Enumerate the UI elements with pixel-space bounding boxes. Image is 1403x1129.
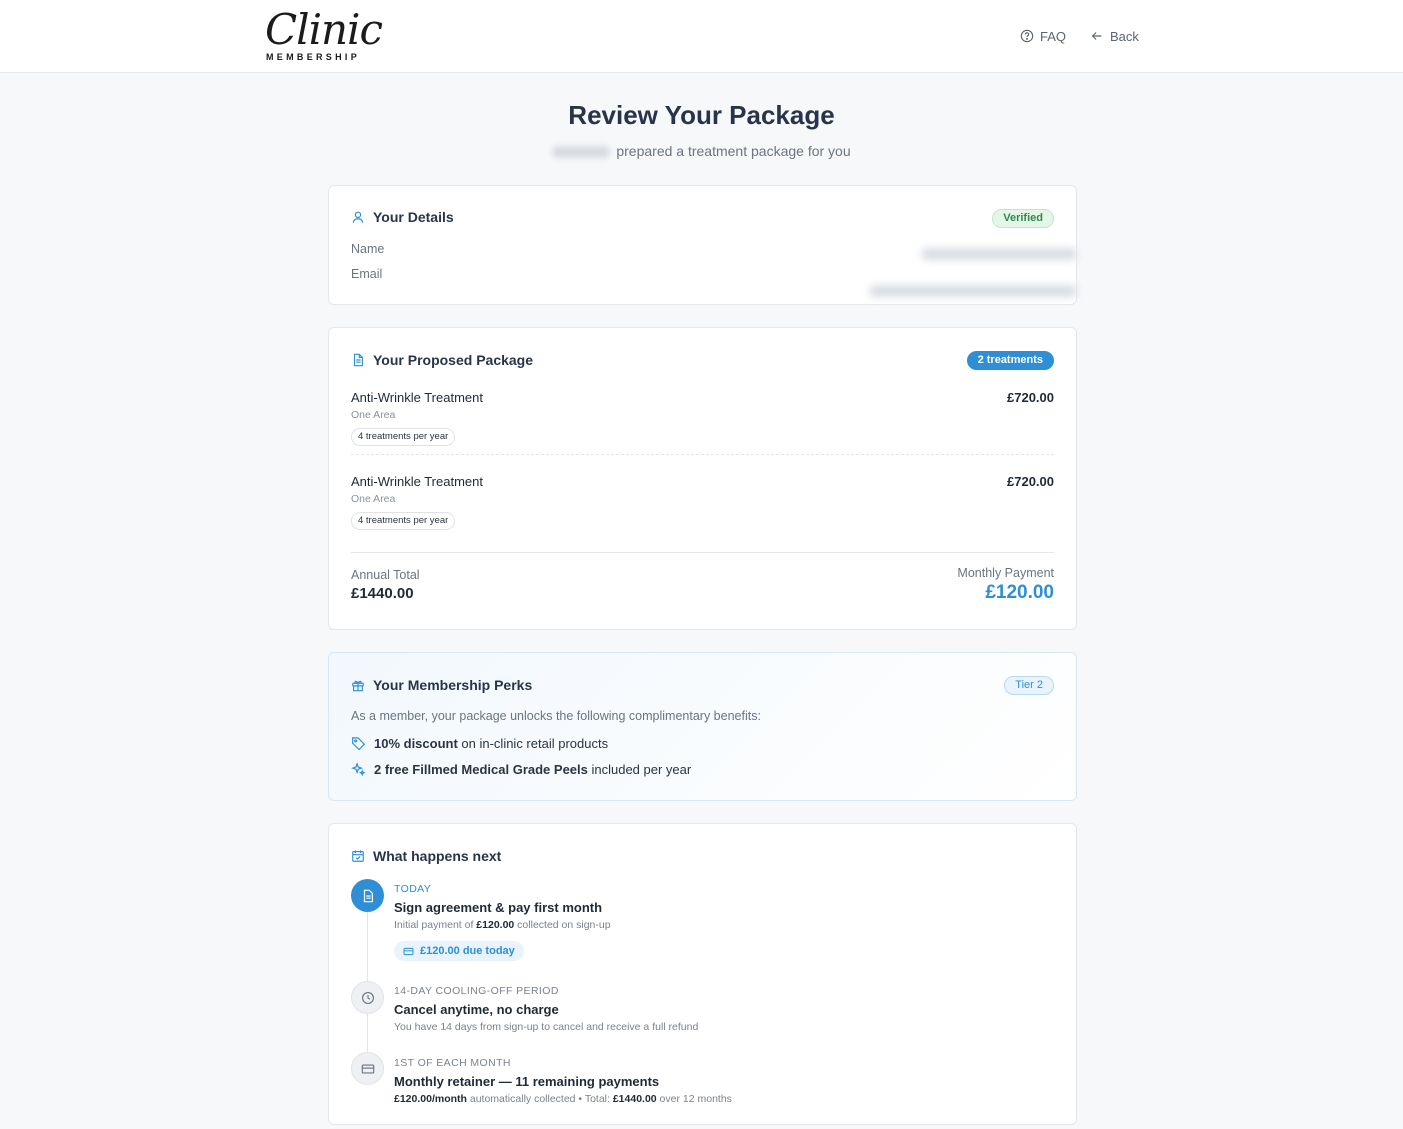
item-price: £720.00 [1007,390,1054,405]
step-description: You have 14 days from sign-up to cancel … [394,1021,699,1033]
next-steps-card: What happens next TODAY Sign agreement &… [328,823,1077,1125]
item-area: One Area [351,493,396,505]
faq-link[interactable]: FAQ [1020,27,1066,45]
perk-highlight: 10% discount [374,736,458,751]
credit-card-icon [361,1063,374,1074]
logo-subtitle: MEMBERSHIP [266,52,361,62]
item-frequency-tag: 4 treatments per year [351,512,456,530]
back-label: Back [1110,28,1139,44]
item-name: Anti-Wrinkle Treatment [351,474,483,489]
perk-item: 2 free Fillmed Medical Grade Peels inclu… [351,762,691,777]
logo-script: Clinic [265,5,383,54]
step-icon-monthly [351,1052,384,1085]
monthly-payment-label: Monthly Payment [957,566,1054,580]
step-heading: Sign agreement & pay first month [394,900,603,915]
perks-title: Your Membership Perks [373,677,533,693]
calendar-check-icon [352,850,364,862]
package-card: Your Proposed Package 2 treatments Anti-… [328,327,1077,630]
credit-card-icon [403,947,414,955]
package-heading: Your Proposed Package [351,352,533,368]
package-title: Your Proposed Package [373,352,534,368]
step-label: TODAY [394,883,432,895]
clock-icon [361,991,374,1004]
sparkles-icon [351,762,366,777]
annual-total-value: £1440.00 [351,585,414,602]
totals-divider [351,552,1054,553]
tier-badge: Tier 2 [1004,676,1054,695]
item-price: £720.00 [1007,474,1054,489]
tag-icon [352,737,366,751]
clinic-logo[interactable]: Clinic MEMBERSHIP [265,6,383,64]
redacted-clinic-name [552,146,611,159]
perk-text: included per year [587,762,692,777]
details-card: Your Details Verified Name Email [328,185,1077,305]
help-circle-icon [1020,29,1034,43]
due-today-text: £120.00 due today [420,945,515,957]
item-name: Anti-Wrinkle Treatment [351,390,483,405]
user-icon [352,211,364,223]
top-bar: Clinic MEMBERSHIP FAQ Back [0,0,1403,73]
details-title: Your Details [373,209,454,225]
due-today-chip: £120.00 due today [394,941,524,961]
document-icon [363,889,373,902]
step-description: Initial payment of £120.00 collected on … [394,919,611,931]
timeline-connector [367,912,368,984]
faq-label: FAQ [1040,28,1067,44]
item-frequency-tag: 4 treatments per year [351,428,456,446]
next-steps-heading: What happens next [351,848,501,864]
step-icon-cooling-off [351,981,384,1014]
item-area: One Area [351,409,396,421]
perk-text: on in-clinic retail products [457,736,609,751]
details-heading: Your Details [351,209,454,225]
back-link[interactable]: Back [1090,27,1139,45]
step-heading: Monthly retainer — 11 remaining payments [394,1074,660,1089]
next-steps-title: What happens next [373,848,502,864]
perks-heading: Your Membership Perks [351,677,532,693]
step-label: 1ST OF EACH MONTH [394,1057,511,1069]
arrow-left-icon [1091,32,1102,40]
perks-card: Your Membership Perks Tier 2 As a member… [328,652,1077,801]
treatments-count-badge: 2 treatments [966,351,1054,370]
redacted-email-value [869,285,1077,297]
perks-intro: As a member, your package unlocks the fo… [351,709,761,723]
monthly-payment-value: £120.00 [985,582,1054,603]
step-heading: Cancel anytime, no charge [394,1002,559,1017]
perk-item: 10% discount on in-clinic retail product… [351,736,608,751]
step-icon-today [351,879,384,912]
annual-total-label: Annual Total [351,568,420,582]
gift-icon [352,680,364,692]
document-icon [353,353,363,367]
subtitle-text: prepared a treatment package for you [616,143,851,159]
step-description: £120.00/month automatically collected • … [394,1093,732,1105]
perk-highlight: 2 free Fillmed Medical Grade Peels [374,762,588,777]
email-label: Email [351,267,383,281]
item-divider [351,454,1054,455]
redacted-name-value [921,248,1077,260]
timeline-connector [367,1014,368,1054]
page-title: Review Your Package [568,100,835,130]
verified-badge: Verified [992,209,1054,228]
name-label: Name [351,242,385,256]
page-subtitle: prepared a treatment package for you [0,143,1403,159]
step-label: 14-DAY COOLING-OFF PERIOD [394,985,559,997]
